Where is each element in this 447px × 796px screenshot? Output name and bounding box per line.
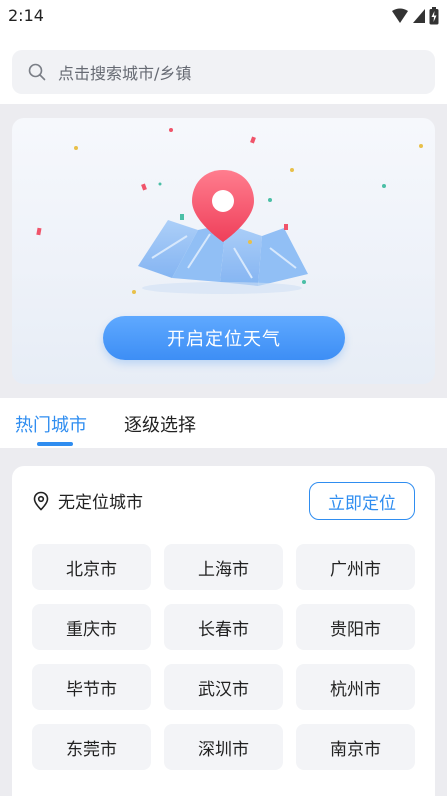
map-pin-illustration	[36, 128, 423, 294]
location-status-text: 无定位城市	[58, 493, 143, 513]
city-chip[interactable]: 贵阳市	[296, 604, 415, 650]
city-chip[interactable]: 杭州市	[296, 664, 415, 710]
location-pin-icon	[33, 491, 49, 511]
wifi-icon	[392, 8, 408, 23]
city-chip[interactable]: 深圳市	[164, 724, 283, 770]
search-area: 点击搜索城市/乡镇	[0, 34, 447, 104]
status-bar: 2:14	[0, 0, 447, 34]
city-chip[interactable]: 北京市	[32, 544, 151, 590]
city-chip[interactable]: 毕节市	[32, 664, 151, 710]
hot-city-grid: 北京市 上海市 广州市 重庆市 长春市 贵阳市 毕节市 武汉市 杭州市 东莞市 …	[32, 544, 416, 770]
city-chip[interactable]: 上海市	[164, 544, 283, 590]
tabs-bar: 热门城市 逐级选择	[0, 398, 447, 448]
search-icon	[28, 63, 46, 81]
location-status-row: 无定位城市	[32, 488, 143, 513]
status-icons	[391, 7, 439, 25]
status-time: 2:14	[8, 6, 44, 25]
city-chip[interactable]: 重庆市	[32, 604, 151, 650]
tab-hot-cities[interactable]: 热门城市	[15, 411, 87, 437]
city-card: 无定位城市 立即定位 北京市 上海市 广州市 重庆市 长春市 贵阳市 毕节市 武…	[12, 466, 435, 796]
search-placeholder: 点击搜索城市/乡镇	[58, 64, 192, 83]
signal-icon	[413, 9, 425, 23]
battery-icon	[429, 7, 439, 25]
locate-card: 开启定位天气	[12, 118, 435, 384]
tab-step-select[interactable]: 逐级选择	[124, 411, 196, 437]
active-tab-indicator	[37, 442, 73, 446]
locate-now-button[interactable]: 立即定位	[309, 482, 415, 520]
search-input[interactable]: 点击搜索城市/乡镇	[12, 50, 435, 94]
city-chip[interactable]: 东莞市	[32, 724, 151, 770]
city-chip[interactable]: 广州市	[296, 544, 415, 590]
city-chip[interactable]: 武汉市	[164, 664, 283, 710]
enable-location-weather-button[interactable]: 开启定位天气	[103, 316, 345, 360]
city-chip[interactable]: 长春市	[164, 604, 283, 650]
city-chip[interactable]: 南京市	[296, 724, 415, 770]
